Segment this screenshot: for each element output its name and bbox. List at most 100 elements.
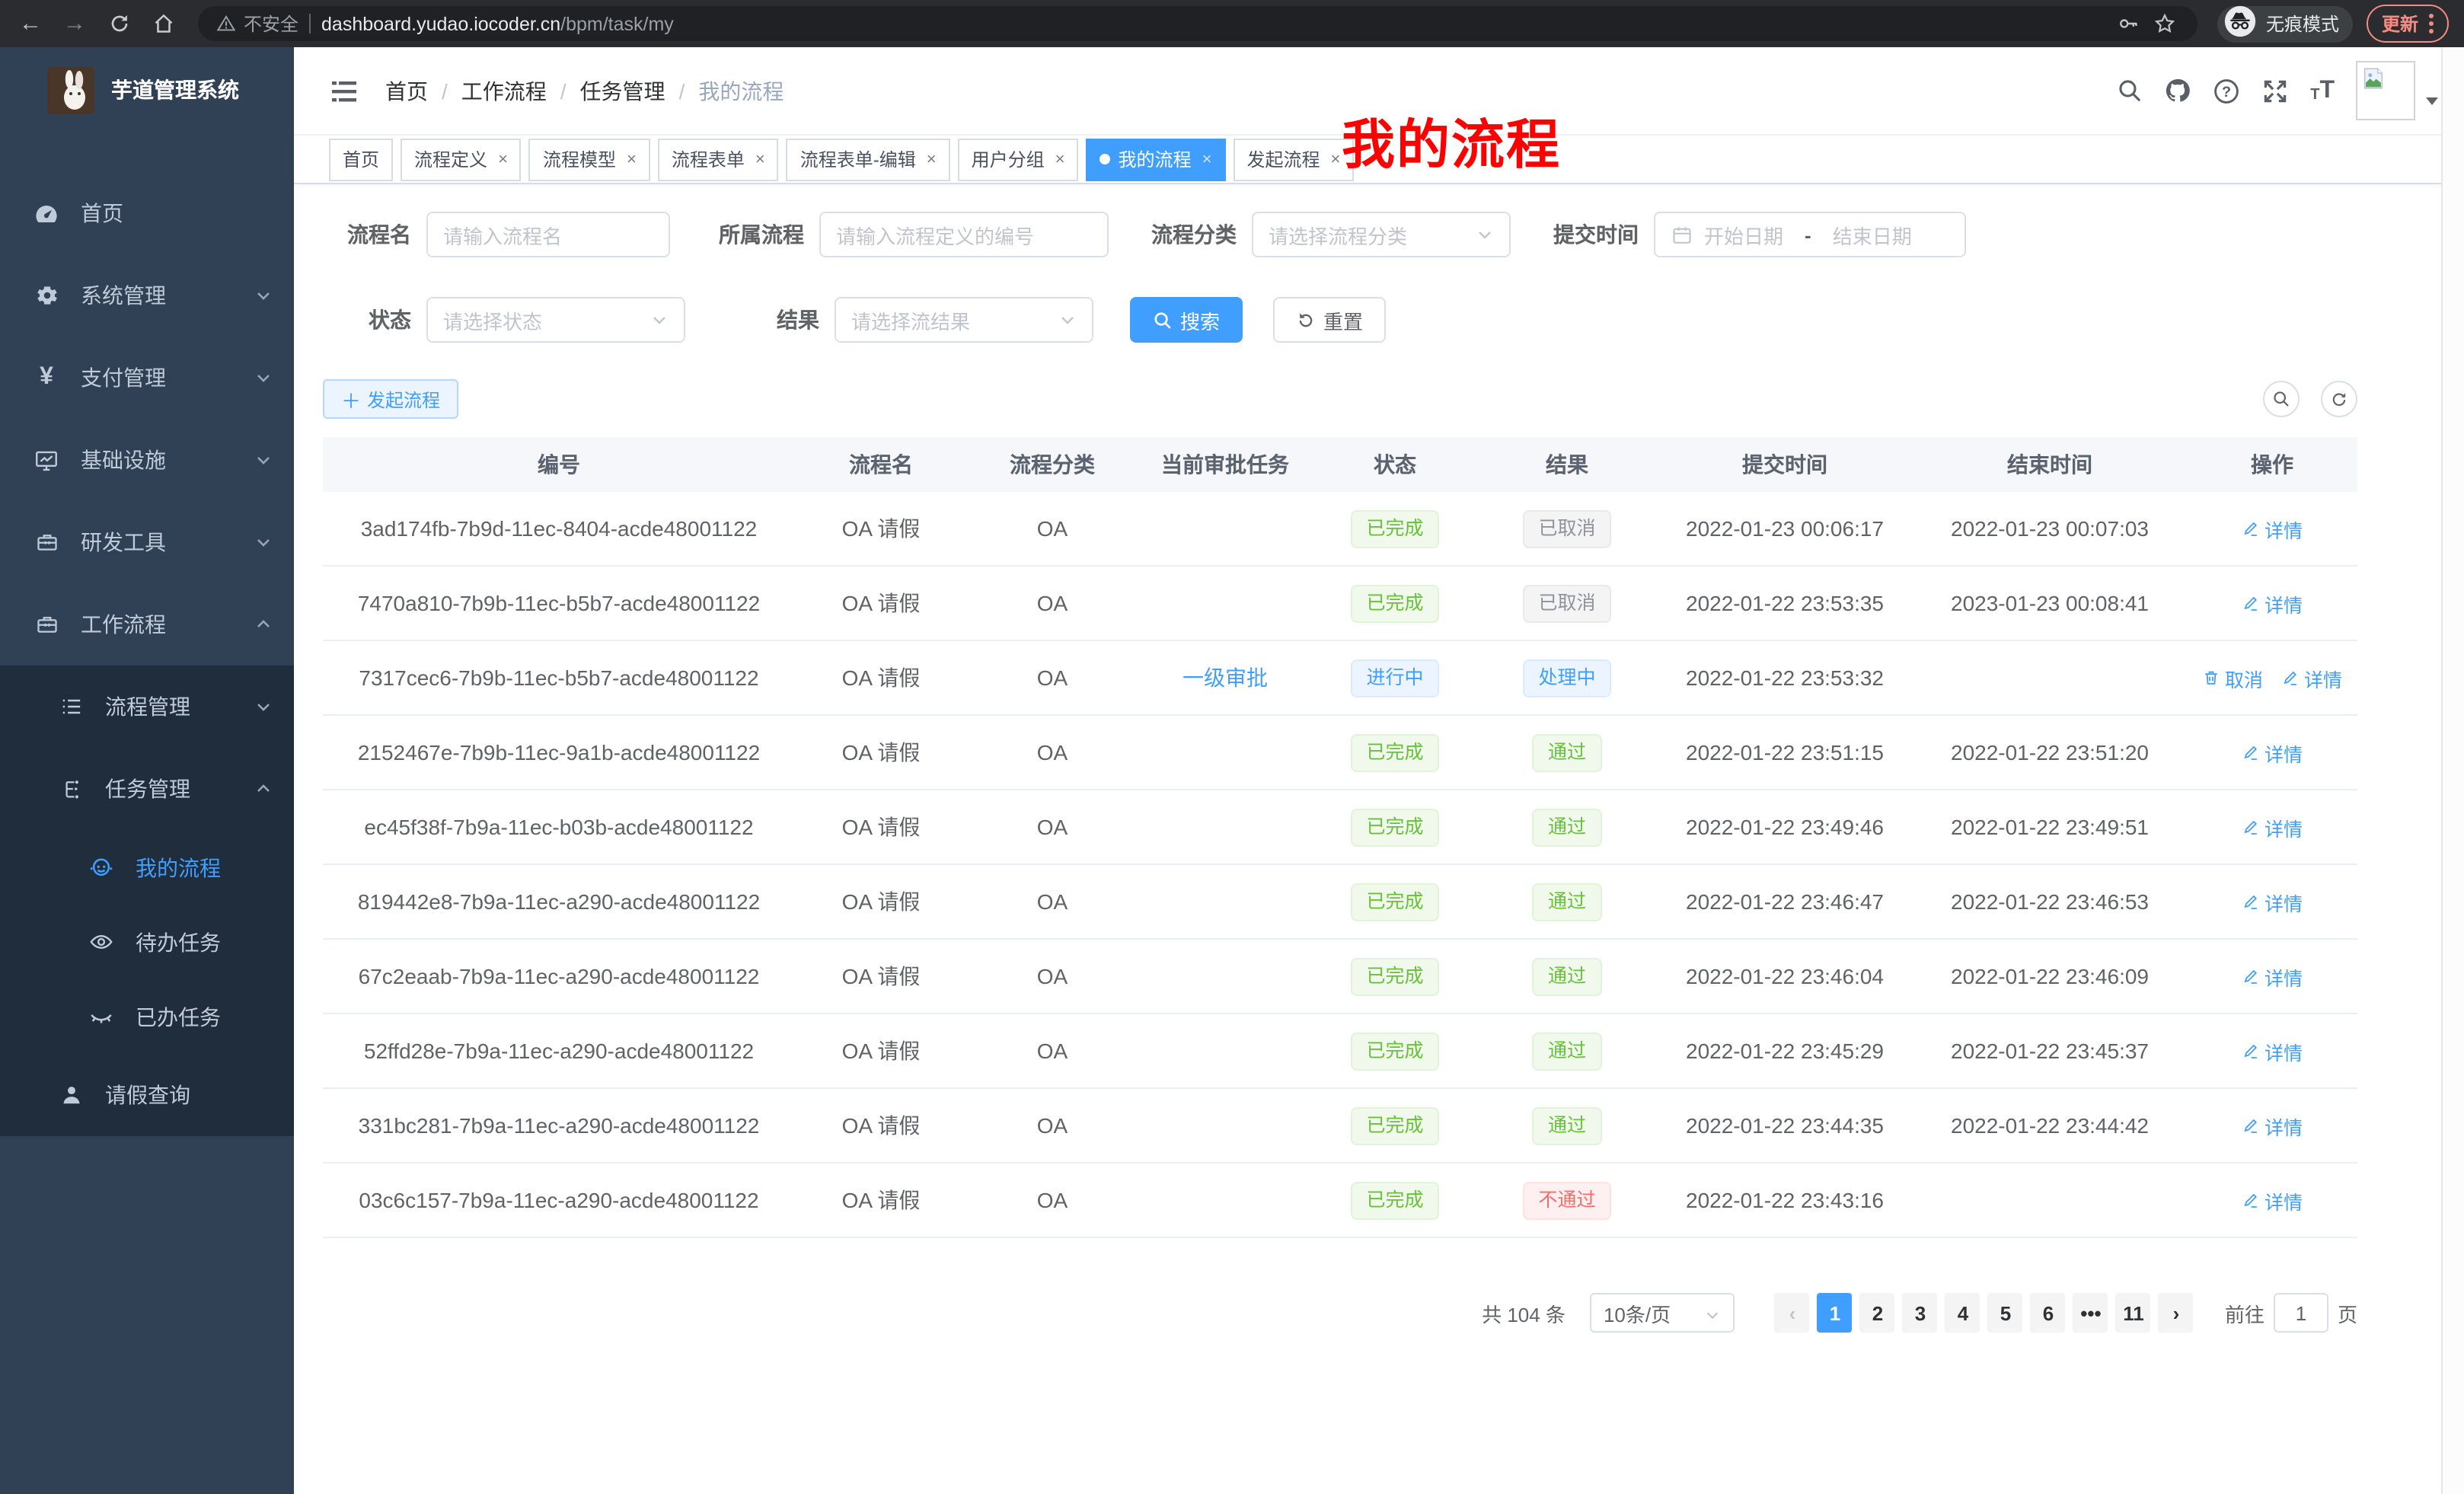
search-button[interactable]: 搜索 [1130, 297, 1243, 343]
bookmark-star-icon[interactable] [2153, 11, 2179, 37]
close-icon[interactable]: × [755, 150, 765, 168]
sidebar-item-system[interactable]: 系统管理 [0, 254, 294, 337]
filter-form: 流程名 请输入流程名 所属流程 请输入流程定义的编号 流程分类 请选择流程分类 [323, 212, 2357, 343]
process-def-input[interactable]: 请输入流程定义的编号 [819, 212, 1109, 257]
font-size-icon[interactable]: TT [2310, 78, 2335, 103]
reset-button[interactable]: 重置 [1273, 297, 1386, 343]
sidebar-item-home[interactable]: 首页 [0, 172, 294, 254]
detail-action[interactable]: 详情 [2242, 1111, 2303, 1140]
goto-page-input[interactable]: 1 [2274, 1293, 2328, 1333]
toggle-search-button[interactable] [2263, 381, 2300, 417]
forward-icon[interactable]: → [59, 8, 90, 39]
github-icon[interactable] [2164, 77, 2191, 104]
breadcrumb-item[interactable]: 首页 [385, 75, 428, 106]
submit-time-range-input[interactable]: 开始日期 - 结束日期 [1654, 212, 1966, 257]
cell-status: 已完成 [1313, 1032, 1477, 1070]
chevron-down-icon [1704, 1304, 1721, 1321]
result-badge: 通过 [1533, 733, 1601, 771]
page-button-4[interactable]: 4 [1945, 1293, 1980, 1333]
sidebar-item-task-mgmt[interactable]: 任务管理 [0, 748, 294, 830]
user-menu[interactable] [2356, 61, 2440, 120]
detail-action[interactable]: 详情 [2242, 887, 2303, 916]
cell-process-id: 7317cec6-7b9b-11ec-b5b7-acde48001122 [323, 666, 795, 690]
close-icon[interactable]: × [927, 150, 937, 168]
browser-update-button[interactable]: 更新 [2367, 5, 2449, 43]
page-size-select[interactable]: 10条/页 [1590, 1293, 1735, 1333]
page-button-11[interactable]: 11 [2116, 1293, 2151, 1333]
sidebar-item-leave-query[interactable]: 请假查询 [0, 1054, 294, 1136]
browser-scrollbar[interactable] [2441, 47, 2464, 1494]
page-button-3[interactable]: 3 [1903, 1293, 1938, 1333]
sidebar-item-process-mgmt[interactable]: 流程管理 [0, 666, 294, 748]
security-warning-icon[interactable]: 不安全 [216, 11, 298, 37]
tab-my-process[interactable]: 我的流程× [1087, 138, 1226, 180]
active-dot [1100, 154, 1111, 164]
detail-action[interactable]: 详情 [2242, 589, 2303, 618]
refresh-table-button[interactable] [2321, 381, 2357, 417]
prev-page-button[interactable]: ‹ [1775, 1293, 1810, 1333]
tab-home[interactable]: 首页 [329, 138, 393, 180]
more-pages-button[interactable]: ••• [2073, 1293, 2108, 1333]
help-icon[interactable]: ? [2213, 77, 2240, 104]
page-button-5[interactable]: 5 [1988, 1293, 2023, 1333]
result-select[interactable]: 请选择流结果 [835, 297, 1093, 343]
close-icon[interactable]: × [498, 150, 508, 168]
status-select[interactable]: 请选择状态 [426, 297, 685, 343]
close-icon[interactable]: × [627, 150, 637, 168]
sidebar-item-label: 请假查询 [105, 1080, 273, 1110]
sidebar-item-devtools[interactable]: 研发工具 [0, 501, 294, 583]
close-icon[interactable]: × [1202, 150, 1212, 168]
status-badge: 已完成 [1351, 957, 1438, 995]
reload-icon[interactable] [104, 8, 134, 39]
cell-submit-time: 2022-01-22 23:46:04 [1657, 964, 1913, 988]
sidebar-item-todo-tasks[interactable]: 待办任务 [0, 905, 294, 979]
sidebar-item-payment[interactable]: ¥支付管理 [0, 337, 294, 419]
app-logo[interactable]: 芋道管理系统 [0, 47, 294, 132]
breadcrumb-item[interactable]: 任务管理 [580, 75, 665, 106]
page-button-2[interactable]: 2 [1860, 1293, 1895, 1333]
eye-icon [88, 929, 114, 955]
detail-action[interactable]: 详情 [2242, 962, 2303, 991]
header-search-icon[interactable] [2115, 77, 2143, 104]
tab-process-definition[interactable]: 流程定义× [401, 138, 522, 180]
process-name-input[interactable]: 请输入流程名 [426, 212, 670, 257]
detail-action[interactable]: 详情 [2242, 738, 2303, 767]
detail-action[interactable]: 详情 [2242, 514, 2303, 543]
page-button-1[interactable]: 1 [1818, 1293, 1853, 1333]
close-icon[interactable]: × [1330, 150, 1340, 168]
detail-action[interactable]: 详情 [2281, 663, 2342, 692]
password-key-icon[interactable] [2117, 11, 2143, 37]
tab-process-form-edit[interactable]: 流程表单-编辑× [787, 138, 950, 180]
page-button-6[interactable]: 6 [2031, 1293, 2066, 1333]
tab-start-process[interactable]: 发起流程× [1233, 138, 1354, 180]
detail-action[interactable]: 详情 [2242, 812, 2303, 841]
detail-action[interactable]: 详情 [2242, 1036, 2303, 1065]
pagination: 共 104 条 10条/页 ‹ 123456•••11 › 前往 1 页 [323, 1293, 2357, 1333]
next-page-button[interactable]: › [2159, 1293, 2194, 1333]
app-title: 芋道管理系统 [111, 75, 239, 105]
breadcrumb-item[interactable]: 工作流程 [461, 75, 547, 106]
category-select[interactable]: 请选择流程分类 [1252, 212, 1511, 257]
cell-category: OA [967, 1113, 1138, 1138]
task-link[interactable]: 一级审批 [1183, 666, 1268, 690]
detail-action[interactable]: 详情 [2242, 1186, 2303, 1215]
sidebar-item-done-tasks[interactable]: 已办任务 [0, 979, 294, 1054]
fullscreen-icon[interactable] [2261, 77, 2289, 104]
tab-process-model[interactable]: 流程模型× [529, 138, 650, 180]
tab-process-form[interactable]: 流程表单× [658, 138, 779, 180]
browser-menu-icon[interactable] [2429, 14, 2434, 34]
create-process-button[interactable]: ＋ 发起流程 [323, 379, 458, 419]
tab-user-group[interactable]: 用户分组× [958, 138, 1079, 180]
close-icon[interactable]: × [1055, 150, 1065, 168]
result-badge: 已取消 [1523, 584, 1610, 622]
sidebar-item-my-process[interactable]: 我的流程 [0, 830, 294, 905]
sidebar-item-infra[interactable]: 基础设施 [0, 419, 294, 501]
cancel-action[interactable]: 取消 [2202, 663, 2263, 692]
address-bar[interactable]: 不安全 dashboard.yudao.iocoder.cn/bpm/task/… [198, 6, 2197, 41]
gear-icon [34, 283, 59, 308]
home-icon[interactable] [148, 8, 178, 39]
back-icon[interactable]: ← [15, 8, 46, 39]
flow-icon [58, 776, 84, 802]
hamburger-icon[interactable] [329, 75, 359, 106]
sidebar-item-workflow[interactable]: 工作流程 [0, 583, 294, 666]
